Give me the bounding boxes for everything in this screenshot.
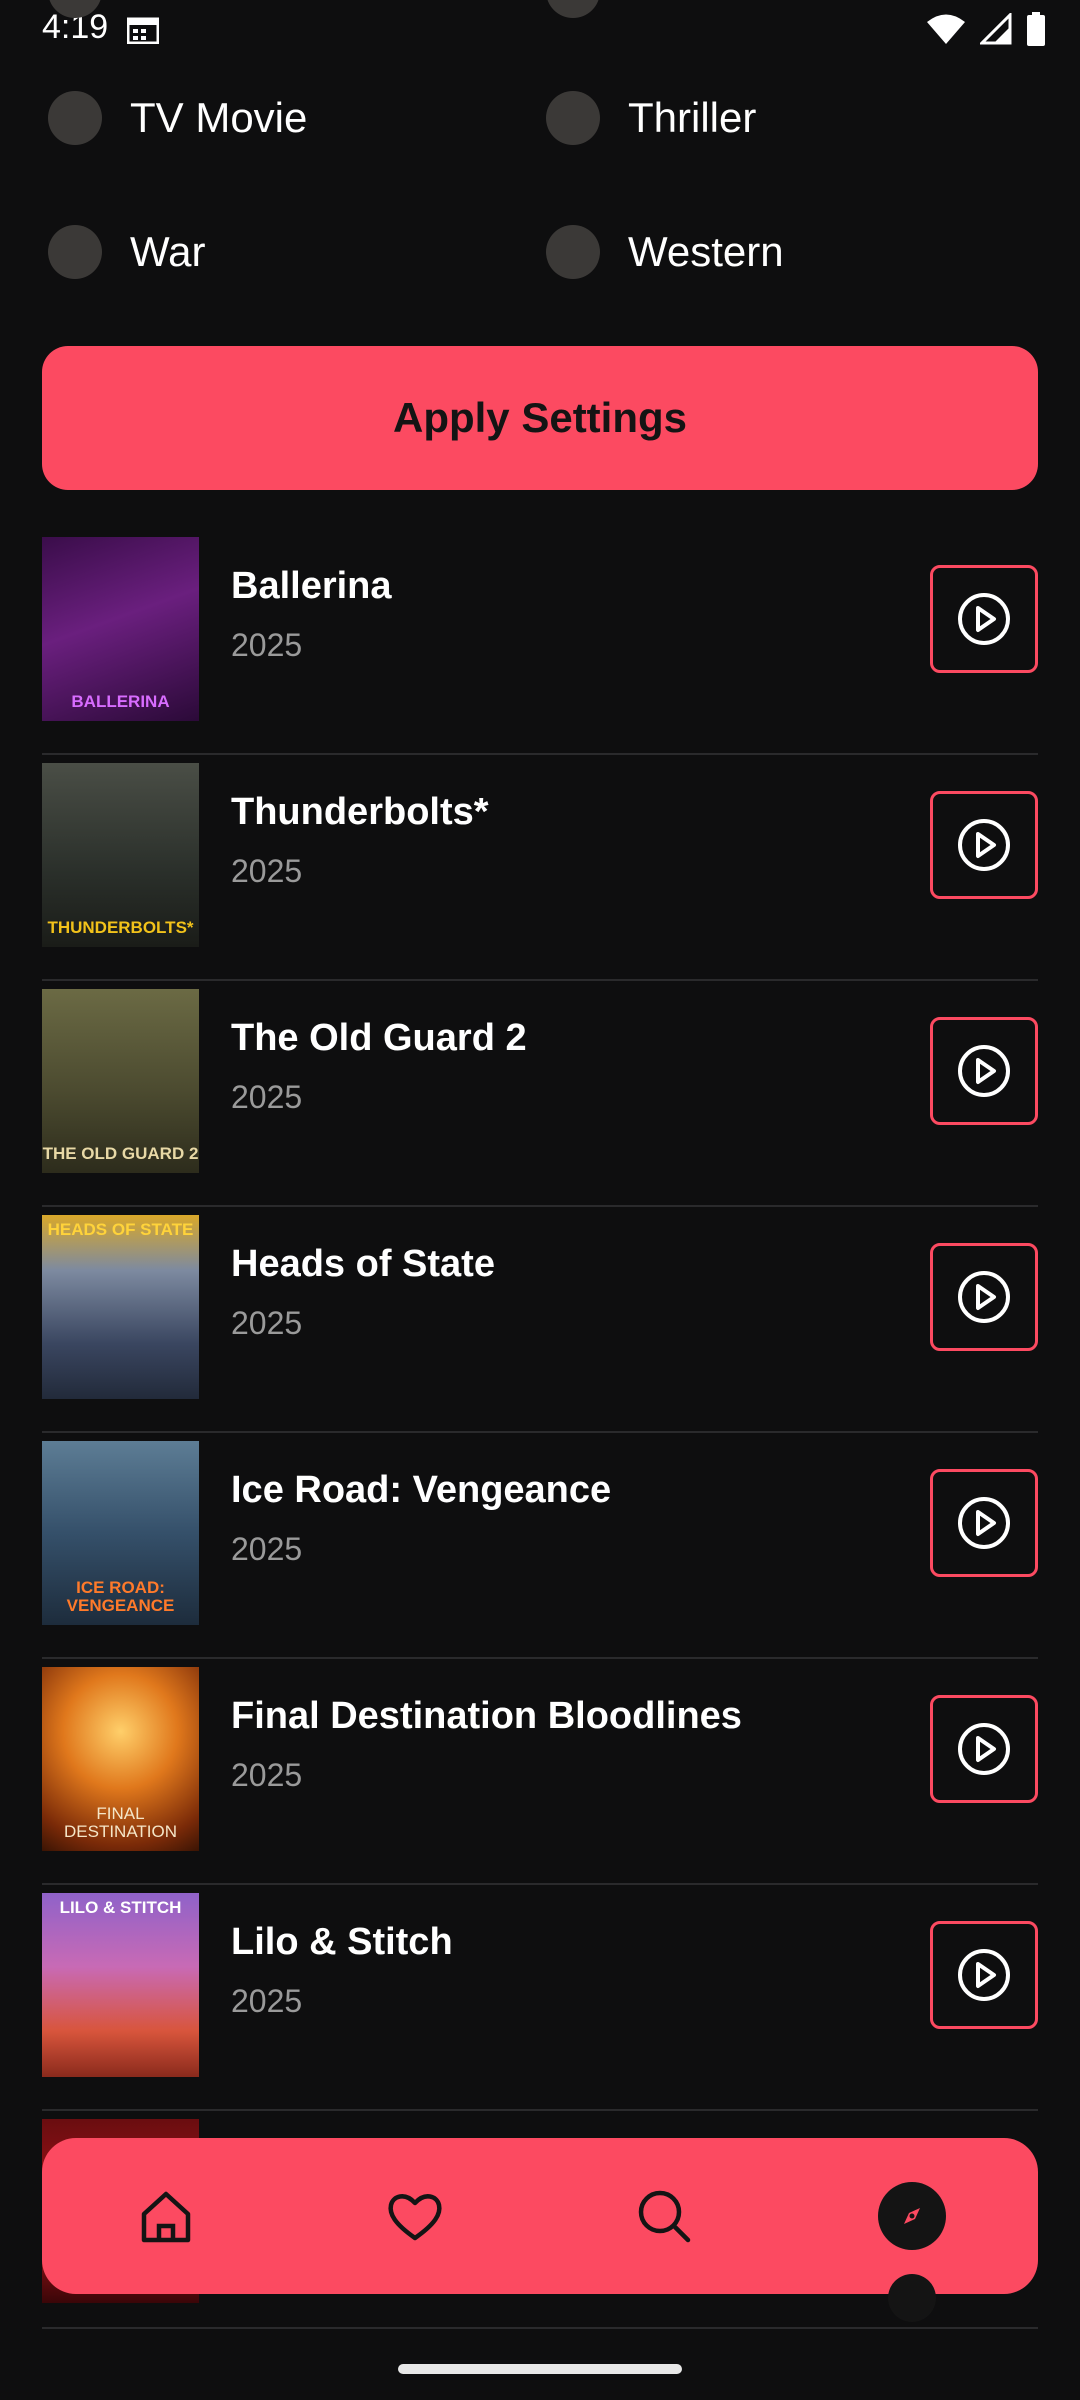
movie-list-item[interactable]: ICE ROAD: VENGEANCE Ice Road: Vengeance …: [42, 1431, 1038, 1659]
status-bar: 4:19: [0, 0, 1080, 62]
poster-title: LILO & STITCH: [59, 1898, 182, 1917]
movie-title: Thunderbolts*: [231, 791, 489, 833]
wifi-icon: [927, 14, 965, 44]
play-button[interactable]: [930, 791, 1038, 899]
nav-home[interactable]: [126, 2176, 206, 2256]
genre-option-tv-movie[interactable]: TV Movie: [48, 91, 307, 145]
movie-year: 2025: [231, 1757, 303, 1793]
movie-list-item[interactable]: BALLERINA Ballerina 2025: [42, 527, 1038, 755]
heart-icon: [388, 2194, 442, 2241]
poster-title: THE OLD GUARD 2: [42, 1144, 199, 1163]
movie-year: 2025: [231, 1983, 303, 2019]
movie-title: Ballerina: [231, 565, 392, 607]
genre-option-war[interactable]: War: [48, 225, 205, 279]
compass-icon: [904, 2208, 920, 2224]
movie-list-item[interactable]: THUNDERBOLTS* Thunderbolts* 2025: [42, 753, 1038, 981]
movie-poster[interactable]: ICE ROAD: VENGEANCE: [42, 1441, 199, 1625]
play-button[interactable]: [930, 565, 1038, 673]
nav-discover[interactable]: [872, 2176, 952, 2256]
movie-year: 2025: [231, 1305, 303, 1341]
play-circle-icon: [958, 593, 1010, 645]
play-circle-icon: [958, 1949, 1010, 2001]
movie-year: 2025: [231, 627, 303, 663]
home-icon: [141, 2191, 191, 2243]
nav-search[interactable]: [624, 2176, 704, 2256]
nav-favorites[interactable]: [375, 2176, 455, 2256]
movie-poster[interactable]: BALLERINA: [42, 537, 199, 721]
play-circle-icon: [958, 1271, 1010, 1323]
calendar-notification-icon: [127, 17, 159, 44]
home-indicator[interactable]: [398, 2364, 682, 2374]
nav-selection-dot: [888, 2274, 936, 2322]
genre-label: War: [130, 228, 206, 275]
genre-label: TV Movie: [130, 94, 308, 141]
play-button[interactable]: [930, 1469, 1038, 1577]
apply-settings-button[interactable]: Apply Settings: [42, 346, 1038, 490]
movie-list-item[interactable]: LILO & STITCH Lilo & Stitch 2025: [42, 1883, 1038, 2111]
movie-poster[interactable]: HEADS OF STATE: [42, 1215, 199, 1399]
movie-title: Ice Road: Vengeance: [231, 1469, 612, 1511]
cell-signal-icon: [980, 13, 1012, 45]
poster-title: FINAL DESTINATION: [63, 1804, 178, 1841]
movie-title: Heads of State: [231, 1243, 495, 1285]
movie-title: Final Destination Bloodlines: [231, 1695, 742, 1737]
genre-radio[interactable]: [546, 225, 600, 279]
nav-active-indicator: [878, 2182, 946, 2250]
movie-poster[interactable]: LILO & STITCH: [42, 1893, 199, 2077]
movie-title: Lilo & Stitch: [231, 1921, 453, 1963]
play-circle-icon: [958, 1045, 1010, 1097]
genre-label: Western: [628, 228, 784, 275]
play-circle-icon: [958, 1723, 1010, 1775]
genre-option-western[interactable]: Western: [546, 225, 784, 279]
play-button[interactable]: [930, 1921, 1038, 2029]
poster-title: ICE ROAD: VENGEANCE: [66, 1578, 175, 1615]
movie-year: 2025: [231, 1079, 303, 1115]
play-circle-icon: [958, 1497, 1010, 1549]
play-circle-icon: [958, 819, 1010, 871]
movie-poster[interactable]: THE OLD GUARD 2: [42, 989, 199, 1173]
play-button[interactable]: [930, 1017, 1038, 1125]
poster-title: HEADS OF STATE: [47, 1220, 194, 1239]
battery-icon: [1027, 12, 1045, 46]
movie-year: 2025: [231, 1531, 303, 1567]
movie-poster[interactable]: THUNDERBOLTS*: [42, 763, 199, 947]
movie-poster[interactable]: FINAL DESTINATION: [42, 1667, 199, 1851]
apply-settings-label: Apply Settings: [392, 394, 688, 441]
movie-list-item[interactable]: FINAL DESTINATION Final Destination Bloo…: [42, 1657, 1038, 1885]
movie-list-item[interactable]: THE OLD GUARD 2 The Old Guard 2 2025: [42, 979, 1038, 1207]
genre-option-thriller[interactable]: Thriller: [546, 91, 756, 145]
poster-title: THUNDERBOLTS*: [47, 918, 194, 937]
genre-radio[interactable]: [48, 225, 102, 279]
genre-radio[interactable]: [48, 91, 102, 145]
bottom-navigation: [42, 2138, 1038, 2322]
genre-radio[interactable]: [546, 91, 600, 145]
search-icon: [638, 2190, 691, 2243]
movie-list-item[interactable]: HEADS OF STATE Heads of State 2025: [42, 1205, 1038, 1433]
movie-year: 2025: [231, 853, 303, 889]
play-button[interactable]: [930, 1243, 1038, 1351]
movie-title: The Old Guard 2: [231, 1017, 527, 1059]
genre-label: Thriller: [628, 94, 757, 141]
play-button[interactable]: [930, 1695, 1038, 1803]
poster-title: BALLERINA: [71, 692, 170, 711]
